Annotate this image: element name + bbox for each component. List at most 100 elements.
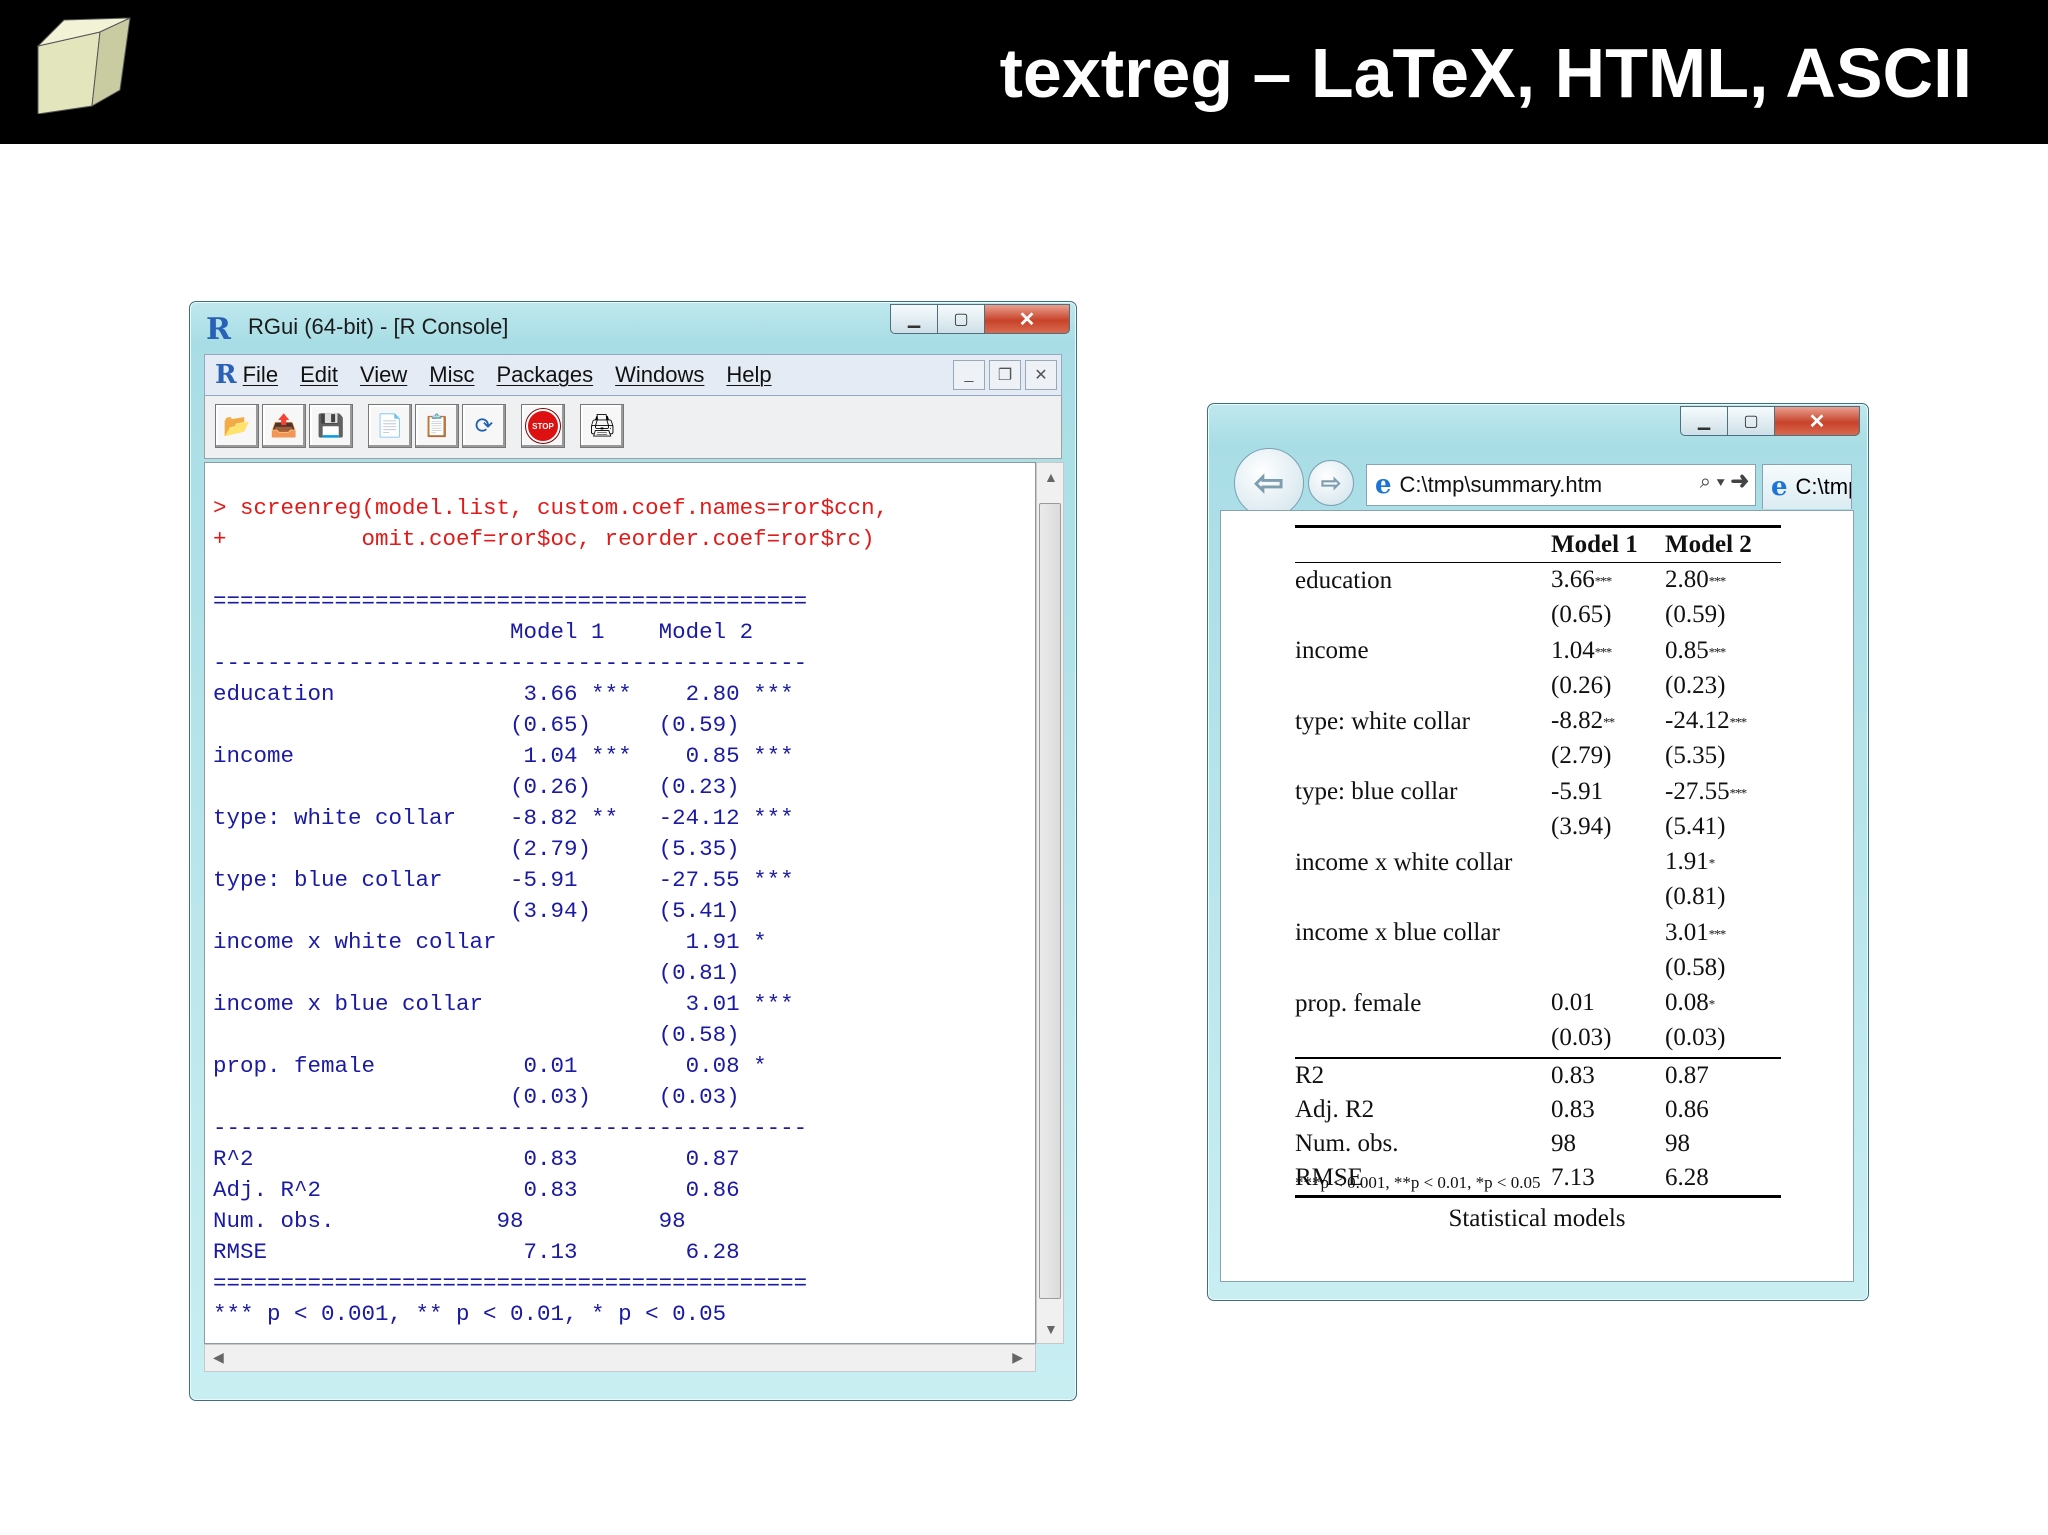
- menu-edit[interactable]: Edit: [300, 362, 338, 388]
- copy-button[interactable]: 📄: [368, 404, 412, 448]
- table-header: [1295, 527, 1551, 563]
- page-icon: e: [1375, 470, 1392, 500]
- table-row: type: white collar -8.82** -24.12***: [1295, 704, 1781, 739]
- browser-window[interactable]: ▁ ▢ ✕ ⇦ ⇨ e C:\tmp\summary.htm ⌕ ▾ ➜ e C…: [1207, 403, 1869, 1301]
- rgui-window[interactable]: R RGui (64-bit) - [R Console] ▁ ▢ ✕ R Fi…: [189, 301, 1077, 1401]
- scroll-thumb[interactable]: [1039, 503, 1061, 1299]
- cell-value: 1.04: [1551, 636, 1595, 664]
- console-output-line: ========================================…: [213, 1270, 808, 1296]
- table-cell: 0.85***: [1665, 634, 1781, 669]
- table-cell: 6.28: [1665, 1163, 1709, 1191]
- console-output-line: education 3.66 *** 2.80 ***: [213, 681, 794, 707]
- console-output-line: ----------------------------------------…: [213, 1115, 808, 1141]
- table-row: (0.58): [1295, 951, 1781, 986]
- menu-windows[interactable]: Windows: [615, 362, 704, 388]
- table-cell: type: blue collar: [1295, 775, 1551, 810]
- vertical-scrollbar[interactable]: ▲ ▼: [1036, 462, 1064, 1344]
- cell-value: 3.66: [1551, 566, 1595, 593]
- table-cell: income x blue collar: [1295, 916, 1551, 951]
- browser-tab[interactable]: e C:\tmp: [1762, 464, 1852, 509]
- coefficient-rows: education 3.66*** 2.80*** (0.65) (0.59) incom…: [1295, 563, 1781, 1058]
- scroll-up-icon[interactable]: ▲: [1044, 469, 1058, 485]
- load-workspace-button[interactable]: 📤: [262, 404, 306, 448]
- scroll-left-icon[interactable]: ◀: [213, 1349, 224, 1366]
- address-bar[interactable]: e C:\tmp\summary.htm ⌕ ▾ ➜: [1366, 464, 1756, 506]
- table-cell: 98: [1551, 1129, 1576, 1157]
- table-cell: Num. obs.: [1295, 1129, 1399, 1157]
- table-cell: [1551, 951, 1665, 986]
- save-workspace-button[interactable]: 💾: [309, 404, 353, 448]
- scroll-right-icon[interactable]: ▶: [1012, 1349, 1023, 1366]
- table-cell: [1295, 739, 1551, 774]
- close-button[interactable]: ✕: [985, 304, 1070, 334]
- back-button[interactable]: ⇦: [1234, 448, 1304, 518]
- copy-paste-button[interactable]: ⟳: [462, 404, 506, 448]
- menu-help[interactable]: Help: [726, 362, 771, 388]
- child-close-button[interactable]: ✕: [1025, 360, 1057, 390]
- child-restore-button[interactable]: ❐: [989, 360, 1021, 390]
- menu-misc[interactable]: Misc: [429, 362, 474, 388]
- menu-view[interactable]: View: [360, 362, 407, 388]
- cell-value: (0.59): [1665, 601, 1726, 629]
- paste-button[interactable]: 📋: [415, 404, 459, 448]
- child-minimize-button[interactable]: _: [953, 360, 985, 390]
- table-header: Model 2: [1665, 531, 1752, 558]
- table-cell: (0.81): [1665, 880, 1781, 915]
- table-cell: (0.23): [1665, 669, 1781, 704]
- minimize-button[interactable]: ▁: [890, 304, 938, 334]
- close-button[interactable]: ✕: [1775, 406, 1860, 436]
- stop-button[interactable]: STOP: [521, 404, 565, 448]
- cell-value: -5.91: [1551, 777, 1604, 805]
- cell-value: -27.55: [1665, 777, 1730, 805]
- table-cell: [1295, 880, 1551, 915]
- table-cell: 1.91*: [1665, 845, 1781, 880]
- console-output-line: ----------------------------------------…: [213, 650, 808, 676]
- toolbar: 📂 📤 💾 📄 📋 ⟳ STOP 🖨: [204, 396, 1062, 459]
- console-area[interactable]: > screenreg(model.list, custom.coef.name…: [204, 462, 1036, 1344]
- horizontal-scrollbar[interactable]: ◀ ▶: [204, 1344, 1036, 1372]
- search-icon[interactable]: ⌕: [1700, 471, 1711, 493]
- cell-value: (2.79): [1551, 742, 1612, 770]
- cell-value: type: white collar: [1295, 707, 1470, 735]
- child-window-buttons: _ ❐ ✕: [953, 360, 1057, 390]
- console-output-line: (0.65) (0.59): [213, 712, 794, 738]
- gof-row: Num. obs. 98 98: [1295, 1127, 1781, 1161]
- maximize-button[interactable]: ▢: [1728, 406, 1775, 436]
- save-icon: 💾: [317, 413, 345, 438]
- scroll-down-icon[interactable]: ▼: [1044, 1321, 1058, 1337]
- significance-stars: ***: [1729, 784, 1747, 800]
- forward-button[interactable]: ⇨: [1308, 460, 1354, 506]
- console-output-line: Adj. R^2 0.83 0.86: [213, 1177, 794, 1203]
- menu-packages[interactable]: Packages: [497, 362, 594, 388]
- cell-value: (0.65): [1551, 601, 1612, 629]
- go-arrow-icon[interactable]: ➜: [1730, 471, 1749, 493]
- table-cell: [1295, 951, 1551, 986]
- console-output-line: prop. female 0.01 0.08 *: [213, 1053, 794, 1079]
- table-cell: (5.41): [1665, 810, 1781, 845]
- significance-stars: **: [1603, 714, 1615, 730]
- maximize-button[interactable]: ▢: [938, 304, 985, 334]
- table-cell: [1295, 669, 1551, 704]
- cell-value: (5.41): [1665, 812, 1726, 840]
- significance-stars: ***: [1594, 573, 1612, 589]
- print-button[interactable]: 🖨: [580, 404, 624, 448]
- page-content: Model 1 Model 2 education 3.66*** 2.80***(…: [1220, 510, 1854, 1282]
- cell-value: education: [1295, 566, 1393, 594]
- significance-stars: *: [1708, 855, 1715, 871]
- console-output-line: R^2 0.83 0.87: [213, 1146, 794, 1172]
- regression-table: Model 1 Model 2 education 3.66*** 2.80***(…: [1295, 525, 1781, 1198]
- table-cell: 3.66***: [1551, 563, 1665, 599]
- address-text: C:\tmp\summary.htm: [1399, 472, 1603, 497]
- minimize-button[interactable]: ▁: [1680, 406, 1728, 436]
- menu-file[interactable]: File: [243, 362, 278, 388]
- dropdown-icon[interactable]: ▾: [1716, 471, 1724, 493]
- console-output-line: (0.03) (0.03): [213, 1084, 794, 1110]
- cell-value: (0.23): [1665, 671, 1726, 699]
- table-cell: 0.87: [1665, 1061, 1709, 1089]
- cell-value: 0.08: [1665, 989, 1709, 1017]
- slide-title: textreg – LaTeX, HTML, ASCII: [999, 34, 1972, 112]
- open-script-button[interactable]: 📂: [215, 404, 259, 448]
- significance-stars: ***: [1708, 573, 1726, 589]
- table-cell: -8.82**: [1551, 704, 1665, 739]
- cell-value: 1.91: [1665, 848, 1709, 876]
